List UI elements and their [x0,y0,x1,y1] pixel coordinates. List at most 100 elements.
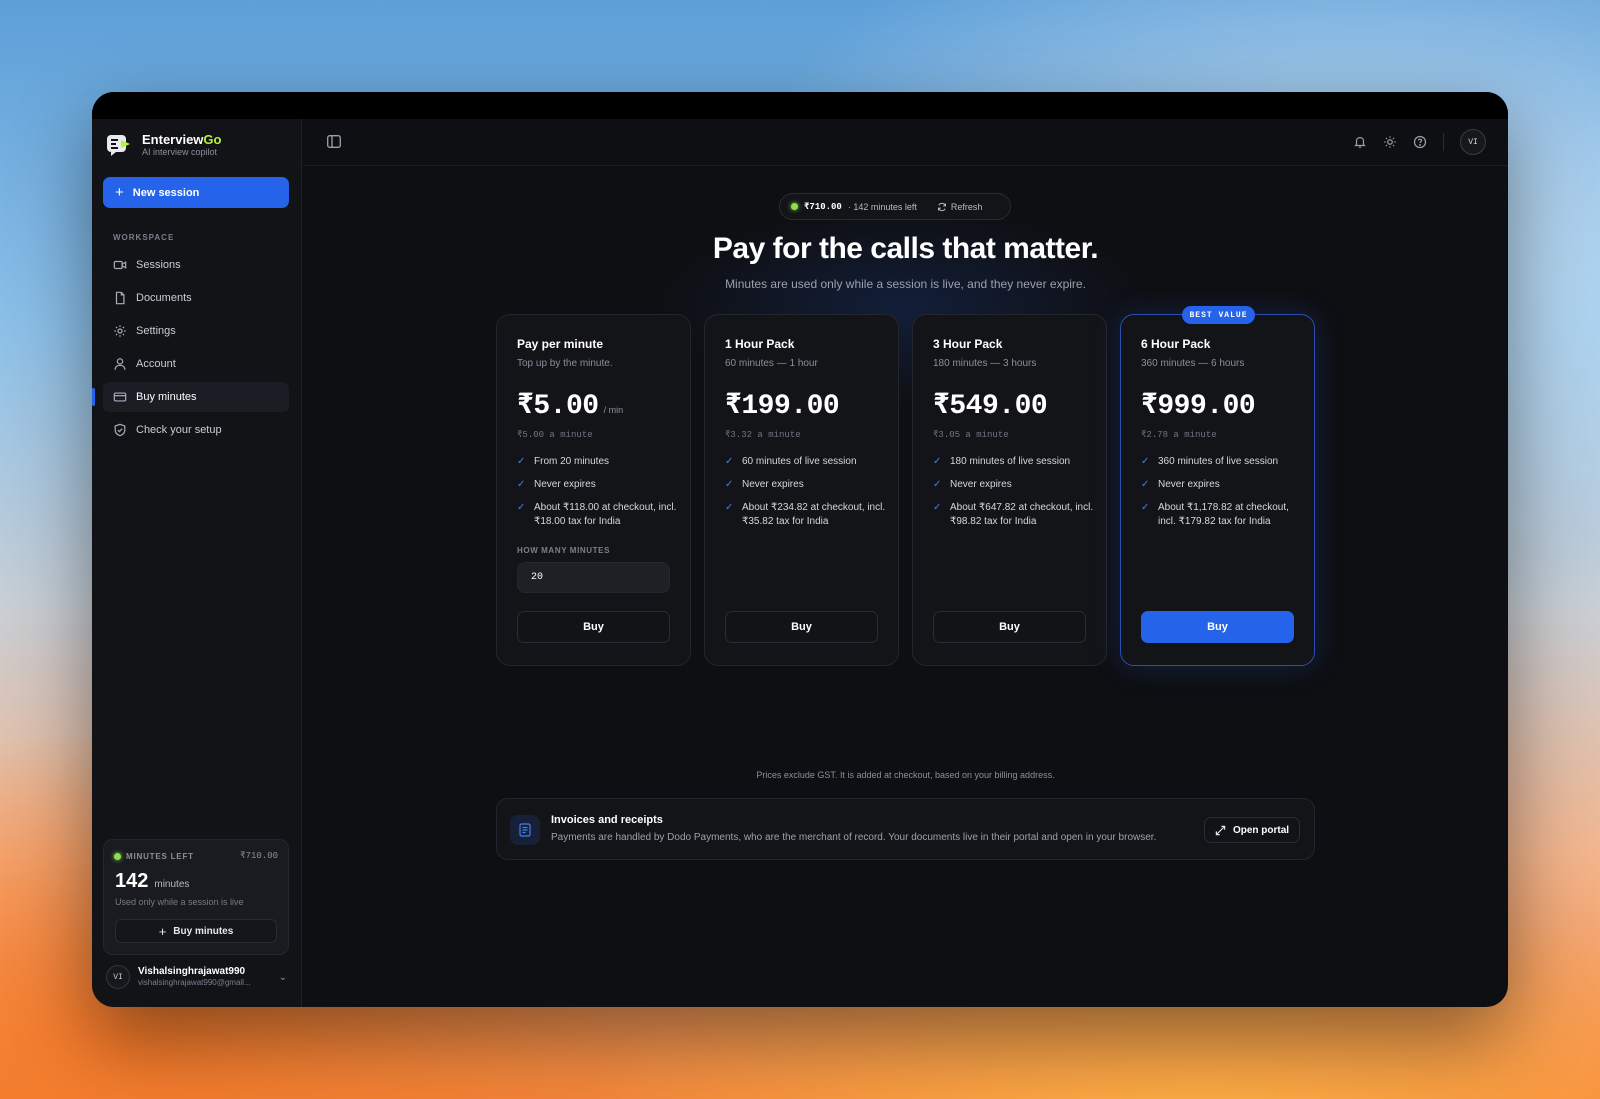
new-session-button[interactable]: + New session [103,177,289,208]
feature-item: ✓ Never expires [933,479,1012,490]
plan-features: ✓ 180 minutes of live session ✓ Never expi… [933,455,1098,538]
plan-subtitle: 60 minutes — 1 hour [725,358,818,369]
bell-icon[interactable] [1353,135,1367,149]
logo-icon [107,135,130,156]
sidebar-item-account[interactable]: Account [103,349,289,379]
plan-title: 3 Hour Pack [933,337,1003,351]
feature-item: ✓ Never expires [517,479,596,490]
help-icon[interactable] [1413,135,1427,149]
plan-price: ₹5.00 [517,391,599,422]
check-icon: ✓ [933,479,942,490]
balance-minutes: · 142 minutes left [847,201,917,212]
check-icon: ✓ [517,479,526,490]
plan-subtitle: 180 minutes — 3 hours [933,358,1037,369]
plan-title: Pay per minute [517,337,604,351]
feature-item: ✓ 60 minutes of live session [725,456,857,467]
plan-card-pay-per-minute: Pay per minute Top up by the minute. ₹5.… [496,314,691,666]
buy-button[interactable]: Buy [725,611,878,643]
feature-item: ✓ About ₹647.82 at checkout, incl. ₹98.82… [933,502,1094,527]
invoices-panel: Invoices and receipts Payments are handl… [496,798,1315,860]
check-icon: ✓ [517,502,526,513]
check-icon: ✓ [725,456,734,467]
buy-button[interactable]: Buy [1141,611,1294,643]
sidebar-buy-minutes-button[interactable]: + Buy minutes [115,919,277,943]
balance-amount: ₹710.00 [804,201,842,212]
sidebar-item-label: Account [136,358,176,370]
feature-item: ✓ 180 minutes of live session [933,456,1071,467]
buy-button[interactable]: Buy [517,611,670,643]
receipt-icon [510,815,540,845]
plan-card-3-hour: 3 Hour Pack 180 minutes — 3 hours ₹549.0… [912,314,1107,666]
buy-button[interactable]: Buy [933,611,1086,643]
plan-price: ₹199.00 [725,391,840,422]
check-icon: ✓ [933,502,942,513]
plan-title: 1 Hour Pack [725,337,795,351]
check-icon: ✓ [725,502,734,513]
plan-price: ₹999.00 [1141,391,1256,422]
plus-icon: + [158,923,167,939]
plan-price-unit: / min [603,405,624,415]
gst-note: Prices exclude GST. It is added at check… [756,770,1055,780]
plan-card-1-hour: 1 Hour Pack 60 minutes — 1 hour ₹199.00 … [704,314,899,666]
open-portal-button[interactable]: Open portal [1204,817,1300,843]
check-icon: ✓ [517,456,526,467]
avatar: VI [106,965,130,989]
plan-card-6-hour: BEST VALUE 6 Hour Pack 360 minutes — 6 h… [1120,306,1315,666]
refresh-icon [937,202,946,211]
feature-item: ✓ From 20 minutes [517,456,610,467]
sidebar-item-check-setup[interactable]: Check your setup [103,415,289,445]
brand[interactable]: EnterviewGo AI interview copilot [106,132,221,158]
plan-title: 6 Hour Pack [1141,337,1211,351]
avatar[interactable]: VI [1460,129,1486,155]
minutes-left-label: MINUTES LEFT [114,852,194,861]
sidebar-item-settings[interactable]: Settings [103,316,289,346]
workspace-section-label: WORKSPACE [113,233,175,242]
card-icon [113,392,127,402]
sidebar-nav: Sessions Documents Settings Account Buy … [92,250,289,448]
sidebar-toggle-icon[interactable] [327,135,341,148]
minutes-balance: ₹710.00 [240,851,278,861]
plan-rate: ₹2.78 a minute [1141,430,1217,440]
check-icon: ✓ [1141,479,1150,490]
divider [1443,133,1444,151]
video-icon [113,260,127,270]
buy-minutes-label: Buy minutes [173,925,234,937]
sidebar-item-buy-minutes[interactable]: Buy minutes [92,382,289,412]
shield-check-icon [114,423,126,437]
topbar: VI [303,119,1508,166]
minutes-count: 142 [115,870,149,892]
feature-item: ✓ Never expires [1141,479,1220,490]
feature-item: ✓ 360 minutes of live session [1141,456,1279,467]
user-name: Vishalsinghrajawat990 [138,966,246,977]
window-titlebar [92,92,1508,119]
sidebar-item-documents[interactable]: Documents [103,283,289,313]
user-email: vishalsinghrajawat990@gmail... [138,978,251,987]
check-icon: ✓ [1141,456,1150,467]
buy-minutes-page: ₹710.00 · 142 minutes left Refresh Pay f… [303,167,1508,1007]
plan-subtitle: Top up by the minute. [517,358,613,369]
user-icon [114,358,126,370]
user-menu[interactable]: VI Vishalsinghrajawat990 vishalsinghraja… [106,965,287,989]
document-icon [115,291,125,305]
minutes-quantity-input[interactable]: 20 [517,562,670,593]
app-window: EnterviewGo AI interview copilot + New s… [92,92,1508,1007]
refresh-button[interactable]: Refresh [937,202,982,212]
quantity-label: HOW MANY MINUTES [517,546,611,555]
balance-pill: ₹710.00 · 142 minutes left Refresh [779,193,1011,220]
feature-item: ✓ Never expires [725,479,804,490]
chevron-down-icon: ⌄ [278,971,287,983]
brand-tagline: AI interview copilot [142,146,218,157]
plan-price: ₹549.00 [933,391,1048,422]
brand-name: EnterviewGo [142,131,222,147]
plan-features: ✓ From 20 minutes ✓ Never expires ✓ About ₹… [517,455,682,538]
sidebar: EnterviewGo AI interview copilot + New s… [92,119,302,1007]
sidebar-item-label: Check your setup [136,424,222,436]
sun-icon[interactable] [1383,135,1397,149]
plan-features: ✓ 60 minutes of live session ✓ Never expir… [725,455,890,538]
sidebar-item-sessions[interactable]: Sessions [103,250,289,280]
check-icon: ✓ [933,456,942,467]
plan-features: ✓ 360 minutes of live session ✓ Never expi… [1141,455,1306,538]
check-icon: ✓ [725,479,734,490]
invoices-description: Payments are handled by Dodo Payments, w… [551,832,1157,843]
sidebar-item-label: Documents [136,292,192,304]
